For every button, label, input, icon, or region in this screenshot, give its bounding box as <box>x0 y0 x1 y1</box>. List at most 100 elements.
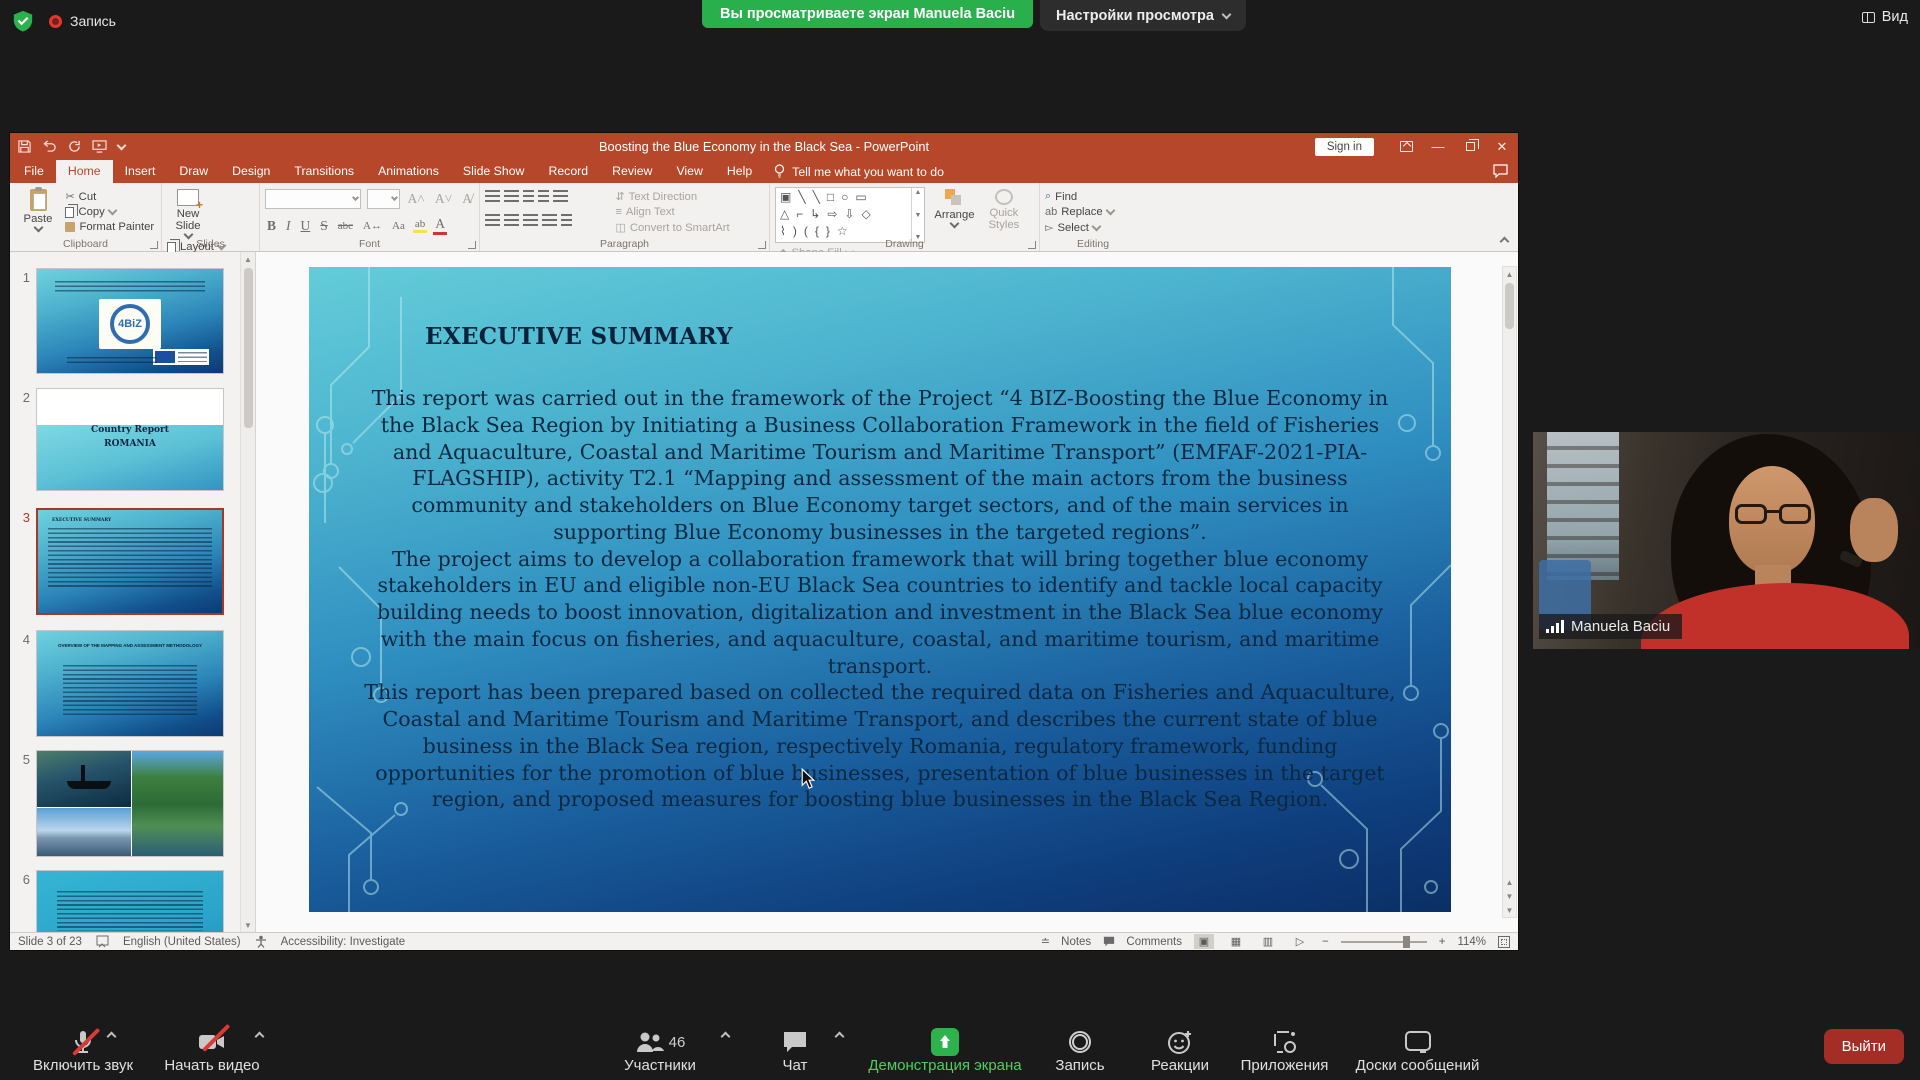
scrollbar-thumb[interactable] <box>1505 283 1514 329</box>
convert-smartart-button[interactable]: ◫Convert to SmartArt <box>615 221 729 234</box>
slide-canvas[interactable]: EXECUTIVE SUMMARY This report was carrie… <box>309 267 1451 912</box>
tab-insert[interactable]: Insert <box>113 160 168 183</box>
scroll-down-icon[interactable]: ▼ <box>1502 903 1517 917</box>
shapes-scroll[interactable]: ▲▼▼ <box>911 188 924 242</box>
drawing-dialog-launcher[interactable] <box>1028 241 1036 249</box>
tab-transitions[interactable]: Transitions <box>282 160 366 183</box>
reactions-button[interactable]: Реакции <box>1135 1027 1225 1074</box>
quick-styles-button[interactable]: Quick Styles <box>984 187 1024 231</box>
view-settings-button[interactable]: Настройки просмотра <box>1040 0 1246 31</box>
spell-check-icon[interactable] <box>96 935 109 948</box>
zoom-out-button[interactable]: − <box>1322 936 1329 948</box>
thumbnail-scrollbar[interactable]: ▲ ▼ <box>240 252 255 932</box>
comments-icon[interactable] <box>1493 164 1508 178</box>
justify-button[interactable] <box>542 214 557 226</box>
slideshow-view-button[interactable]: ▷ <box>1290 934 1310 949</box>
format-painter-button[interactable]: Format Painter <box>65 221 154 233</box>
slide-heading[interactable]: EXECUTIVE SUMMARY <box>425 323 733 350</box>
reading-view-button[interactable]: ▥ <box>1258 934 1278 949</box>
slide-thumbnail-3-selected[interactable]: EXECUTIVE SUMMARY <box>36 508 224 615</box>
bullets-button[interactable] <box>485 190 500 202</box>
normal-view-button[interactable]: ▣ <box>1194 934 1214 949</box>
clipboard-dialog-launcher[interactable] <box>150 241 158 249</box>
previous-slide-button[interactable]: ▲ <box>1502 875 1517 889</box>
apps-button[interactable]: Приложения <box>1232 1027 1337 1074</box>
zoom-in-button[interactable]: + <box>1439 936 1446 948</box>
replace-button[interactable]: abReplace <box>1045 206 1114 218</box>
leave-meeting-button[interactable]: Выйти <box>1824 1029 1904 1064</box>
zoom-slider[interactable] <box>1341 941 1427 943</box>
zoom-level[interactable]: 114% <box>1457 936 1486 948</box>
paste-button[interactable]: Paste <box>15 187 61 231</box>
slide-number-indicator[interactable]: Slide 3 of 23 <box>18 936 82 948</box>
decrease-indent-button[interactable] <box>523 190 534 202</box>
powerpoint-titlebar[interactable]: Boosting the Blue Economy in the Black S… <box>10 133 1518 160</box>
slide-body-text[interactable]: This report was carried out in the frame… <box>359 385 1401 813</box>
unmute-button[interactable]: Включить звук <box>18 1027 148 1074</box>
align-right-button[interactable] <box>523 214 538 226</box>
tell-me-box[interactable]: Tell me what you want to do <box>774 160 944 183</box>
share-screen-button[interactable]: Демонстрация экрана <box>860 1027 1030 1074</box>
strikethrough-button[interactable]: S <box>318 218 330 234</box>
scroll-down-icon[interactable]: ▼ <box>241 918 256 932</box>
align-text-button[interactable]: ≡Align Text <box>615 206 729 218</box>
shapes-gallery[interactable]: ▣╲╲□○▭ △⌐↳⇨⇩◇ ⌇)({}☆ ▲▼▼ <box>775 187 925 243</box>
scrollbar-thumb[interactable] <box>244 268 253 428</box>
clear-formatting-button[interactable]: A̸ <box>460 191 474 207</box>
start-video-button[interactable]: Начать видео <box>152 1027 272 1074</box>
text-highlight-button[interactable]: ab <box>413 218 427 233</box>
grow-font-button[interactable]: A˄ <box>406 191 427 207</box>
minimize-button[interactable]: — <box>1422 133 1454 160</box>
ribbon-display-options-button[interactable] <box>1390 133 1422 160</box>
sign-in-button[interactable]: Sign in <box>1315 138 1374 156</box>
bold-button[interactable]: B <box>265 218 278 234</box>
next-slide-button[interactable]: ▼ <box>1502 889 1517 903</box>
paragraph-dialog-launcher[interactable] <box>758 241 766 249</box>
tab-help[interactable]: Help <box>715 160 764 183</box>
font-dialog-launcher[interactable] <box>468 241 476 249</box>
font-size-combo[interactable] <box>367 189 400 209</box>
tab-file[interactable]: File <box>12 160 56 183</box>
zoom-slider-thumb[interactable] <box>1403 936 1410 948</box>
character-spacing-button[interactable]: A↔ <box>361 220 384 232</box>
slide-thumbnail-4[interactable]: OVERVIEW OF THE MAPPING AND ASSESSMENT M… <box>36 630 224 737</box>
shadow-button[interactable]: abc <box>336 220 355 232</box>
align-left-button[interactable] <box>485 214 500 226</box>
new-slide-button[interactable]: New Slide <box>167 187 209 238</box>
find-button[interactable]: ⌕Find <box>1045 190 1114 203</box>
tab-design[interactable]: Design <box>220 160 282 183</box>
tab-animations[interactable]: Animations <box>366 160 451 183</box>
arrange-button[interactable]: Arrange <box>929 187 979 227</box>
participants-button[interactable]: 46 Участники <box>600 1027 720 1074</box>
tab-slide-show[interactable]: Slide Show <box>451 160 537 183</box>
restore-button[interactable] <box>1454 133 1486 160</box>
tab-view[interactable]: View <box>664 160 714 183</box>
close-button[interactable]: ✕ <box>1486 133 1518 160</box>
change-case-button[interactable]: Aa <box>390 220 407 232</box>
chat-button[interactable]: Чат <box>760 1027 830 1074</box>
comments-button[interactable]: Comments <box>1103 936 1182 948</box>
columns-button[interactable] <box>561 214 572 226</box>
slide-thumbnail-5-photos[interactable] <box>36 750 224 857</box>
copy-button[interactable]: Copy <box>65 206 154 218</box>
font-color-button[interactable]: A <box>433 216 447 235</box>
select-button[interactable]: ▻Select <box>1045 221 1114 234</box>
slide-thumbnail-2[interactable]: Country Report ROMANIA <box>36 388 224 491</box>
shrink-font-button[interactable]: A˅ <box>433 191 454 207</box>
webcam-video-manuela-baciu[interactable]: Manuela Baciu <box>1533 432 1920 649</box>
slide-area-scrollbar[interactable]: ▲ ▲ ▼ ▼ <box>1502 266 1517 918</box>
fit-to-window-icon[interactable] <box>1498 936 1510 948</box>
scroll-up-icon[interactable]: ▲ <box>1502 267 1517 281</box>
italic-button[interactable]: I <box>284 218 293 234</box>
cut-button[interactable]: ✂Cut <box>65 190 154 203</box>
accessibility-status[interactable]: Accessibility: Investigate <box>281 936 406 948</box>
slide-thumbnail-6[interactable] <box>36 870 224 932</box>
tab-review[interactable]: Review <box>600 160 664 183</box>
participants-options-chevron[interactable] <box>721 1032 731 1042</box>
whiteboards-button[interactable]: Доски сообщений <box>1345 1027 1490 1074</box>
align-center-button[interactable] <box>504 214 519 226</box>
view-button[interactable]: Вид <box>1862 9 1908 25</box>
slide-thumbnail-1[interactable]: 4BiZ <box>36 268 224 374</box>
notes-button[interactable]: ≐ Notes <box>1041 935 1091 948</box>
tab-record[interactable]: Record <box>536 160 600 183</box>
